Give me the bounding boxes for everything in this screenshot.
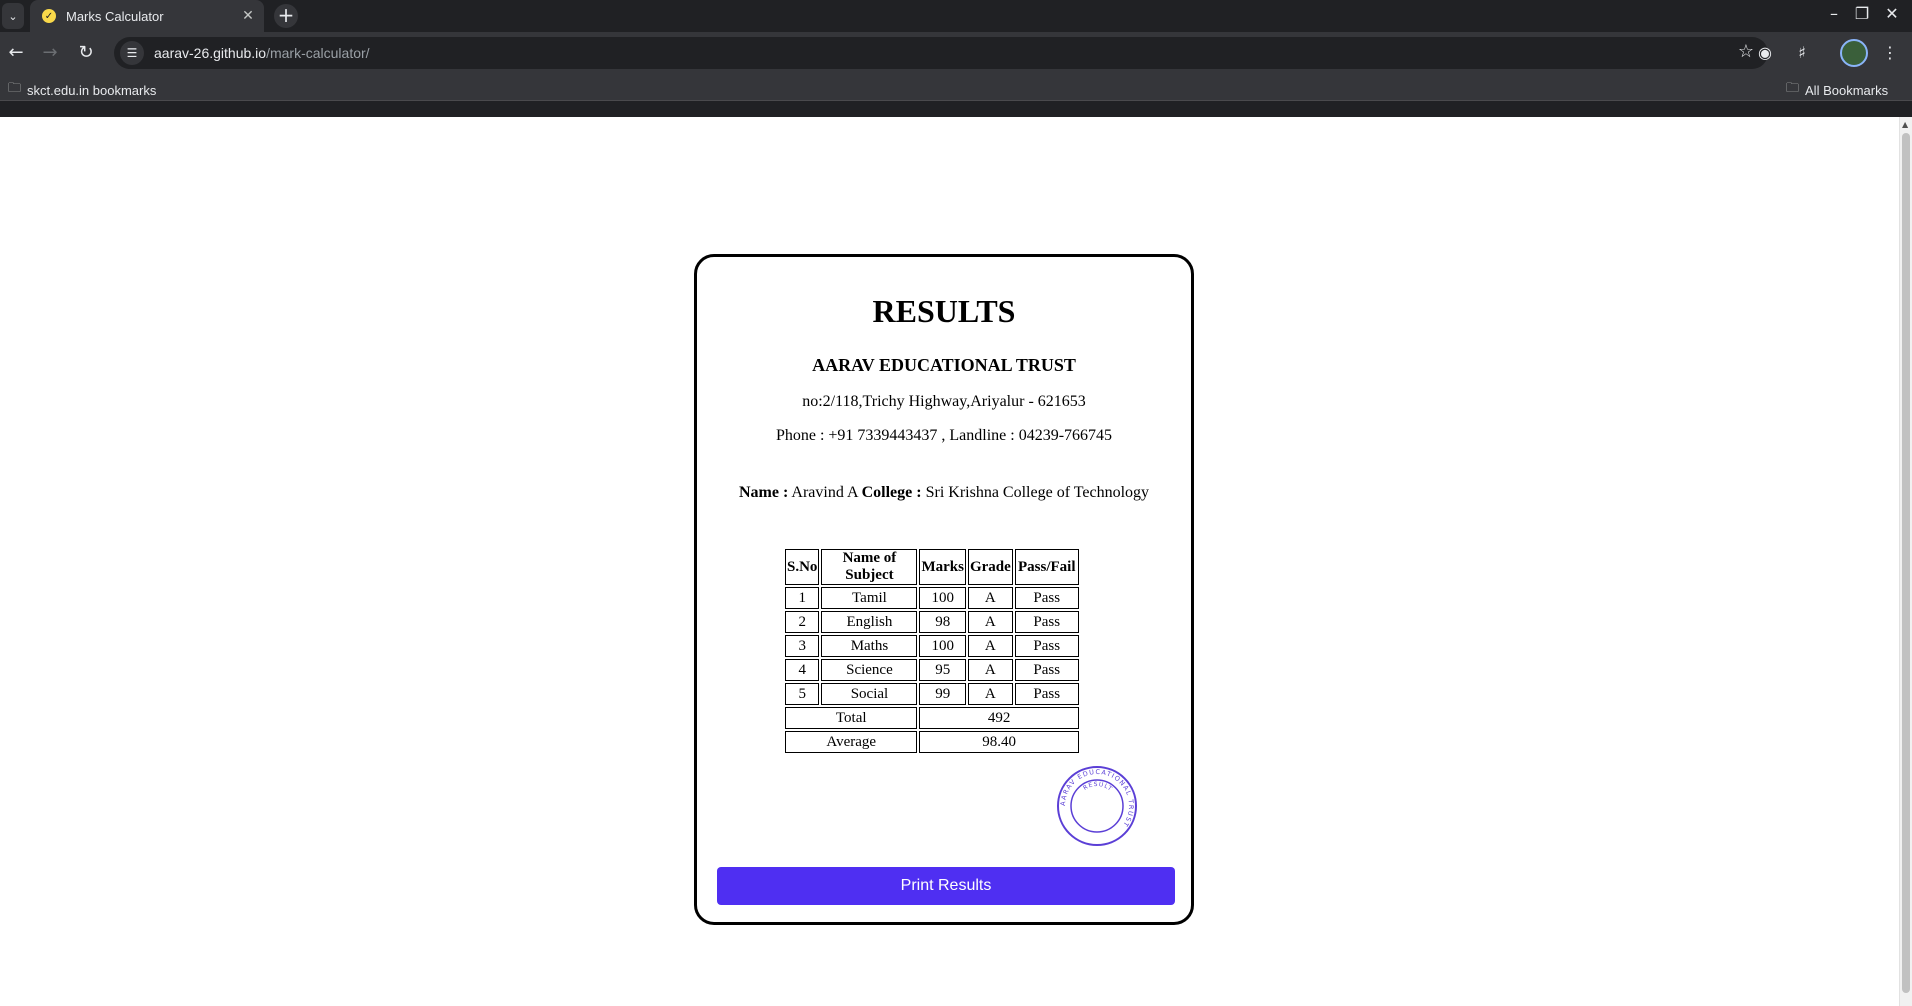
folder-icon: 🗀 <box>1786 80 1800 95</box>
name-label: Name : <box>738 484 789 501</box>
favicon-icon: ✓ <box>42 9 56 23</box>
vertical-scrollbar[interactable]: ▲ <box>1899 117 1912 1006</box>
cell-grade: A <box>967 659 1013 681</box>
folder-icon: 🗀 <box>8 80 22 95</box>
institution-phone: Phone : +91 7339443437 , Landline : 0423… <box>775 427 1113 444</box>
table-row: 3 Maths 100 A Pass <box>785 635 1079 657</box>
cell-subject: Social <box>821 683 918 705</box>
cell-marks: 100 <box>919 587 966 609</box>
average-row: Average 98.40 <box>785 731 1079 753</box>
page-viewport: RESULTS AARAV EDUCATIONAL TRUST no:2/118… <box>0 117 1912 1006</box>
camera-icon[interactable]: ◉ <box>1753 41 1777 65</box>
table-row: 2 English 98 A Pass <box>785 611 1079 633</box>
cell-grade: A <box>967 683 1013 705</box>
total-value: 492 <box>919 707 1079 729</box>
col-header-subject: Name of Subject <box>821 549 918 585</box>
cell-marks: 98 <box>919 611 966 633</box>
close-window-icon[interactable]: ✕ <box>1876 4 1908 23</box>
marks-table: S.No Name of Subject Marks Grade Pass/Fa… <box>783 547 1081 755</box>
cell-sno: 1 <box>785 587 820 609</box>
cell-sno: 4 <box>785 659 820 681</box>
scroll-up-icon[interactable]: ▲ <box>1902 120 1908 129</box>
college-value: Sri Krishna College of Technology <box>925 484 1150 501</box>
print-results-button[interactable]: Print Results <box>717 867 1175 905</box>
toolbar: ← → ↻ ☰ aarav-26.github.io/mark-calculat… <box>0 32 1912 74</box>
col-header-grade: Grade <box>967 549 1013 585</box>
cell-marks: 99 <box>919 683 966 705</box>
average-value: 98.40 <box>919 731 1079 753</box>
menu-icon[interactable]: ⋮ <box>1878 41 1902 65</box>
average-label: Average <box>785 731 918 753</box>
bookmark-star-icon[interactable]: ☆ <box>1738 41 1754 62</box>
cell-marks: 100 <box>919 635 966 657</box>
col-header-marks: Marks <box>919 549 966 585</box>
cell-grade: A <box>967 635 1013 657</box>
tab-search-icon[interactable]: ⌄ <box>2 3 24 29</box>
all-bookmarks-label: All Bookmarks <box>1805 82 1889 98</box>
cell-subject: Science <box>821 659 918 681</box>
student-info: Name : Aravind A College : Sri Krishna C… <box>697 484 1191 502</box>
bookmark-folder-label: skct.edu.in bookmarks <box>27 82 157 98</box>
address-bar[interactable]: ☰ aarav-26.github.io/mark-calculator/ ☆ <box>114 37 1768 69</box>
site-info-icon[interactable]: ☰ <box>120 41 144 65</box>
extensions-icon[interactable]: ♯ <box>1790 41 1814 65</box>
name-value: Aravind A <box>791 484 858 501</box>
cell-grade: A <box>967 587 1013 609</box>
url-text: aarav-26.github.io/mark-calculator/ <box>154 45 370 61</box>
bookmark-folder-skct[interactable]: 🗀 skct.edu.in bookmarks <box>8 79 156 101</box>
total-label: Total <box>785 707 918 729</box>
cell-sno: 3 <box>785 635 820 657</box>
tab-title: Marks Calculator <box>66 8 164 24</box>
url-host: aarav-26.github.io <box>154 45 267 61</box>
cell-status: Pass <box>1014 659 1079 681</box>
restore-icon[interactable]: ❐ <box>1846 4 1878 23</box>
cell-status: Pass <box>1014 587 1079 609</box>
page-title: RESULTS <box>872 293 1016 329</box>
institution-name: AARAV EDUCATIONAL TRUST <box>812 355 1076 375</box>
new-tab-button[interactable]: + <box>274 4 298 28</box>
col-header-sno: S.No <box>785 549 820 585</box>
back-icon[interactable]: ← <box>4 41 28 65</box>
profile-avatar[interactable] <box>1840 39 1868 67</box>
tab-active[interactable]: ✓ Marks Calculator ✕ <box>30 0 264 32</box>
all-bookmarks-button[interactable]: 🗀 All Bookmarks <box>1786 79 1888 101</box>
bookmarks-bar: 🗀 skct.edu.in bookmarks 🗀 All Bookmarks <box>0 74 1912 101</box>
table-row: 4 Science 95 A Pass <box>785 659 1079 681</box>
total-row: Total 492 <box>785 707 1079 729</box>
table-header-row: S.No Name of Subject Marks Grade Pass/Fa… <box>785 549 1079 585</box>
browser-chrome: ⌄ ✓ Marks Calculator ✕ + – ❐ ✕ ← → ↻ ☰ a… <box>0 0 1912 117</box>
cell-grade: A <box>967 611 1013 633</box>
institution-address: no:2/118,Trichy Highway,Ariyalur - 62165… <box>802 393 1086 410</box>
cell-subject: Tamil <box>821 587 918 609</box>
trust-seal-stamp: AARAV EDUCATIONAL TRUST RESULT <box>1057 766 1137 846</box>
cell-status: Pass <box>1014 683 1079 705</box>
results-card: RESULTS AARAV EDUCATIONAL TRUST no:2/118… <box>694 254 1194 925</box>
cell-marks: 95 <box>919 659 966 681</box>
table-row: 1 Tamil 100 A Pass <box>785 587 1079 609</box>
table-row: 5 Social 99 A Pass <box>785 683 1079 705</box>
college-label: College : <box>861 484 922 501</box>
cell-status: Pass <box>1014 611 1079 633</box>
reload-icon[interactable]: ↻ <box>74 41 98 65</box>
tab-strip: ⌄ ✓ Marks Calculator ✕ + – ❐ ✕ <box>0 0 1912 32</box>
cell-sno: 5 <box>785 683 820 705</box>
cell-subject: English <box>821 611 918 633</box>
forward-icon[interactable]: → <box>38 41 62 65</box>
cell-subject: Maths <box>821 635 918 657</box>
cell-status: Pass <box>1014 635 1079 657</box>
close-tab-icon[interactable]: ✕ <box>238 8 258 24</box>
url-path: /mark-calculator/ <box>266 45 370 61</box>
scrollbar-thumb[interactable] <box>1902 133 1910 993</box>
cell-sno: 2 <box>785 611 820 633</box>
col-header-status: Pass/Fail <box>1014 549 1079 585</box>
